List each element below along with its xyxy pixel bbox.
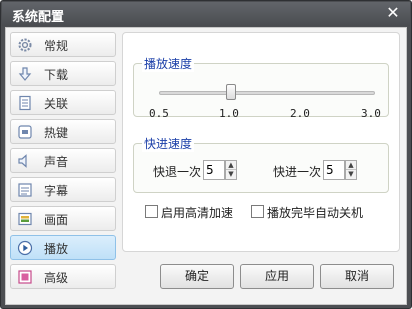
sidebar-item-label: 字幕 <box>44 184 69 198</box>
sidebar-item-label: 关联 <box>44 97 69 111</box>
auto-shutdown-checkbox[interactable] <box>251 205 264 218</box>
forward-step-down-arrow[interactable]: ▼ <box>346 170 356 179</box>
sidebar-item-sound[interactable]: 声音 <box>10 148 116 173</box>
play-icon <box>17 240 33 256</box>
playback-speed-slider-track[interactable] <box>159 91 375 95</box>
advanced-icon <box>18 270 32 284</box>
subtitle-icon <box>18 183 32 197</box>
sidebar-item-label: 热键 <box>44 126 69 140</box>
sidebar-item-label: 常规 <box>44 39 69 53</box>
sidebar-item-display[interactable]: 画面 <box>10 206 116 231</box>
forward-step-label: 快进一次 <box>273 165 322 179</box>
sidebar-item-label: 播放 <box>44 242 69 256</box>
forward-step-input[interactable] <box>323 160 345 180</box>
close-icon: ✕ <box>386 3 400 22</box>
rewind-step-stepper[interactable]: ▲ ▼ <box>225 160 237 180</box>
dialog-body: 常规 下载 关联 热键 声音 字幕 画面 播放 高级 播放速度 0.5 1.0 … <box>5 27 407 305</box>
sidebar-item-general[interactable]: 常规 <box>10 32 116 57</box>
playback-speed-title: 播放速度 <box>142 55 195 72</box>
tick-label: 1.0 <box>219 107 239 120</box>
speaker-icon <box>18 154 27 168</box>
sidebar-item-hotkeys[interactable]: 热键 <box>10 119 116 144</box>
sidebar-item-association[interactable]: 关联 <box>10 90 116 115</box>
cancel-button[interactable]: 取消 <box>320 264 394 289</box>
hd-accel-checkbox[interactable] <box>145 205 158 218</box>
tick-label: 2.0 <box>290 107 310 120</box>
category-sidebar: 常规 下载 关联 热键 声音 字幕 画面 播放 高级 <box>10 32 120 300</box>
dialog-title: 系统配置 <box>12 10 65 25</box>
sidebar-item-advanced[interactable]: 高级 <box>10 264 116 289</box>
rewind-step-down-arrow[interactable]: ▼ <box>226 170 236 179</box>
ok-button[interactable]: 确定 <box>160 264 234 289</box>
tick-label: 0.5 <box>149 107 169 120</box>
settings-dialog: 系统配置 ✕ 常规 下载 关联 热键 声音 字幕 画面 播放 高级 播放速度 0… <box>0 0 412 309</box>
forward-step-stepper[interactable]: ▲ ▼ <box>345 160 357 180</box>
sidebar-item-label: 下载 <box>44 68 69 82</box>
gear-icon <box>18 38 32 52</box>
rewind-step-input[interactable] <box>203 160 225 180</box>
download-arrow-icon <box>18 67 32 81</box>
rewind-step-label: 快退一次 <box>153 165 202 179</box>
sidebar-item-subtitles[interactable]: 字幕 <box>10 177 116 202</box>
sidebar-item-label: 声音 <box>44 155 69 169</box>
fast-speed-title: 快进速度 <box>142 135 195 152</box>
auto-shutdown-label[interactable]: 播放完毕自动关机 <box>267 204 363 221</box>
document-icon <box>19 95 31 111</box>
sidebar-item-label: 高级 <box>44 271 69 285</box>
tick-label: 3.0 <box>361 107 381 120</box>
playback-settings-panel: 播放速度 0.5 1.0 2.0 3.0 快进速度 快退一次 ▲ ▼ 快进一次 … <box>122 32 400 252</box>
picture-icon <box>18 212 32 226</box>
apply-button[interactable]: 应用 <box>240 264 314 289</box>
forward-step-up-arrow[interactable]: ▲ <box>346 161 356 170</box>
sidebar-item-label: 画面 <box>44 213 69 227</box>
title-bar[interactable]: 系统配置 ✕ <box>2 2 410 26</box>
playback-speed-slider-thumb[interactable] <box>226 84 236 100</box>
playback-speed-group: 播放速度 <box>133 55 389 117</box>
sidebar-item-playback[interactable]: 播放 <box>10 235 116 260</box>
close-button[interactable]: ✕ <box>384 4 402 22</box>
sidebar-item-download[interactable]: 下载 <box>10 61 116 86</box>
hd-accel-label[interactable]: 启用高清加速 <box>161 204 233 221</box>
key-icon <box>18 125 32 139</box>
rewind-step-up-arrow[interactable]: ▲ <box>226 161 236 170</box>
